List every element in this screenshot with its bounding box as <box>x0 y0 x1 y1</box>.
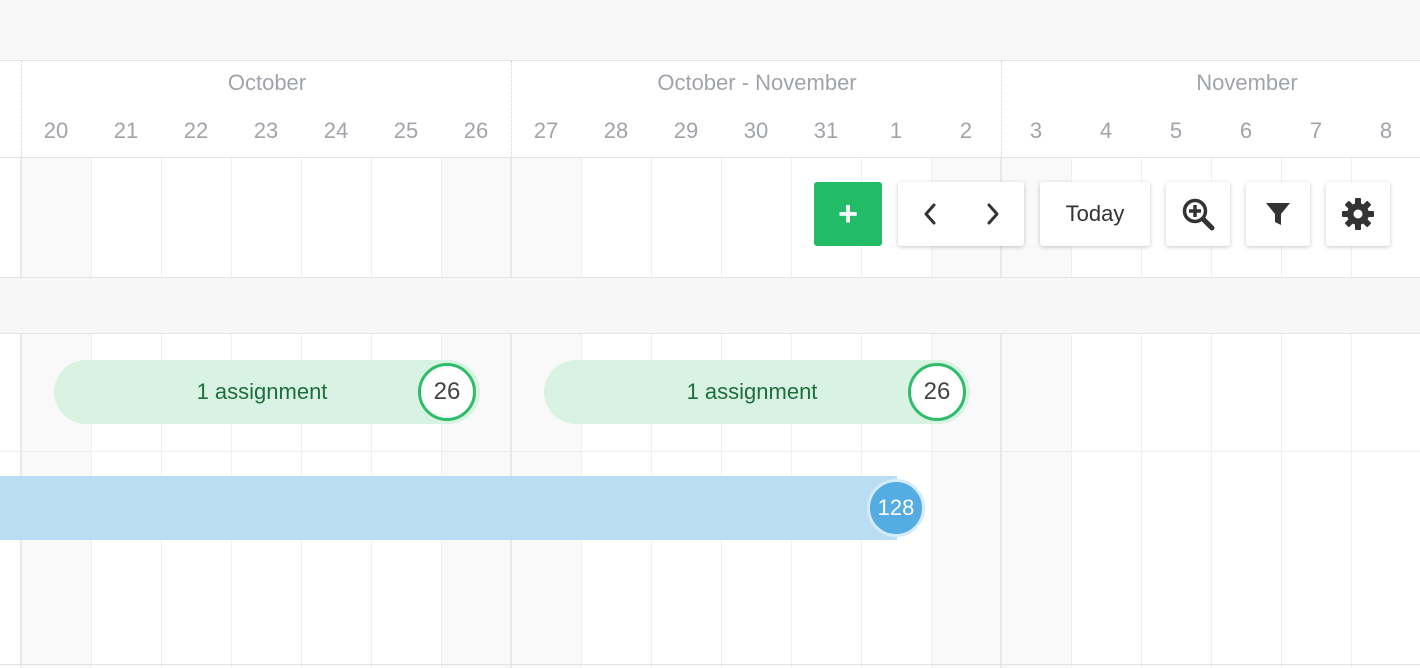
plus-icon: + <box>838 195 858 233</box>
day-label: 23 <box>253 118 279 143</box>
day-label: 25 <box>393 118 419 143</box>
assignment-label: 1 assignment <box>196 379 328 404</box>
day-label: 8 <box>1379 118 1393 143</box>
day-label: 22 <box>183 118 209 143</box>
capacity-bar[interactable] <box>0 476 897 540</box>
day-label: 24 <box>323 118 349 143</box>
month-label: October <box>227 70 307 95</box>
day-label: 3 <box>1029 118 1043 143</box>
assignment-count-badge: 26 <box>418 363 476 421</box>
gear-icon <box>1341 197 1375 231</box>
row-divider <box>0 451 1420 452</box>
chevron-right-icon[interactable] <box>968 203 1018 225</box>
add-button[interactable]: + <box>814 182 882 246</box>
day-label: 29 <box>673 118 699 143</box>
zoom-button[interactable] <box>1166 182 1230 246</box>
day-label: 2 <box>959 118 973 143</box>
day-label: 7 <box>1309 118 1323 143</box>
filter-button[interactable] <box>1246 182 1310 246</box>
section-divider <box>0 277 1420 334</box>
day-label: 28 <box>603 118 629 143</box>
month-label: October - November <box>657 70 857 95</box>
top-bar <box>0 0 1420 61</box>
capacity-count-badge: 128 <box>867 479 925 537</box>
assignment-count-badge: 26 <box>908 363 966 421</box>
day-label: 31 <box>813 118 839 143</box>
day-label: 26 <box>463 118 489 143</box>
assignment-bar[interactable]: 1 assignment <box>544 360 970 424</box>
assignment-bar[interactable]: 1 assignment <box>54 360 480 424</box>
month-label: November <box>1196 70 1298 95</box>
chevron-left-icon[interactable] <box>905 203 955 225</box>
grid-line <box>510 158 512 668</box>
day-label: 6 <box>1239 118 1253 143</box>
zoom-in-icon <box>1181 197 1215 231</box>
grid-line <box>20 158 22 668</box>
date-navigation <box>898 182 1024 246</box>
today-label: Today <box>1065 201 1125 226</box>
today-button[interactable]: Today <box>1040 182 1150 246</box>
day-label: 1 <box>889 118 903 143</box>
day-label: 21 <box>113 118 139 143</box>
day-label: 27 <box>533 118 559 143</box>
day-label: 30 <box>743 118 769 143</box>
day-label: 20 <box>43 118 69 143</box>
row-divider <box>0 664 1420 665</box>
day-label: 5 <box>1169 118 1183 143</box>
settings-button[interactable] <box>1326 182 1390 246</box>
assignment-label: 1 assignment <box>686 379 818 404</box>
day-label: 4 <box>1099 118 1113 143</box>
filter-icon <box>1265 201 1291 227</box>
